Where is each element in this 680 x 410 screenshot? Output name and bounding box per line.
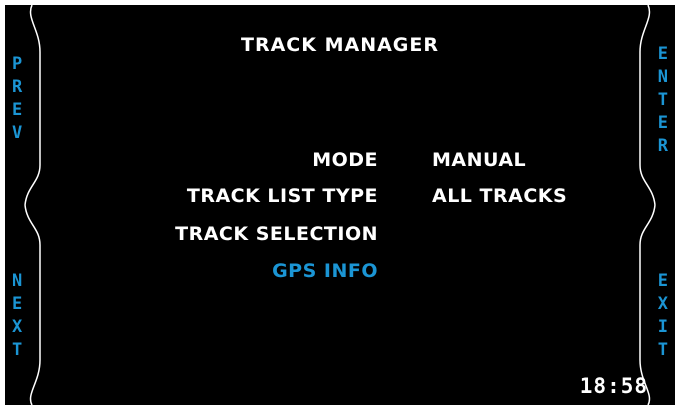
menu-item-mode[interactable]: MODE [78,149,378,171]
enter-softkey[interactable]: E N T E R [658,43,668,158]
next-letter: E [12,294,23,314]
screen-title: TRACK MANAGER [241,34,439,56]
left-bezel-lower [24,204,41,406]
mode-value: MANUAL [432,149,527,171]
prev-letter: P [12,54,23,74]
next-letter: T [12,340,23,360]
exit-letter: T [657,340,668,360]
exit-letter: E [657,271,668,291]
prev-letter: R [12,77,23,97]
next-softkey[interactable]: N E X T [12,270,22,362]
clock: 18:58 [579,374,648,398]
track-list-type-value: ALL TRACKS [432,185,568,207]
enter-letter: T [657,90,668,110]
prev-softkey[interactable]: P R E V [12,53,22,145]
exit-softkey[interactable]: E X I T [658,270,668,362]
enter-letter: R [657,136,668,156]
prev-letter: V [12,123,23,143]
exit-letter: I [657,317,668,337]
menu-item-track-selection[interactable]: TRACK SELECTION [78,223,378,245]
prev-letter: E [12,100,23,120]
next-letter: X [12,317,23,337]
next-letter: N [12,271,23,291]
enter-letter: E [657,113,668,133]
exit-letter: X [657,294,668,314]
enter-letter: N [657,67,668,87]
menu-item-gps-info[interactable]: GPS INFO [78,260,378,282]
menu-item-track-list-type[interactable]: TRACK LIST TYPE [78,185,378,207]
display-screen: TRACK MANAGER P R E V N E X T E N T E R … [0,0,680,410]
enter-letter: E [657,44,668,64]
